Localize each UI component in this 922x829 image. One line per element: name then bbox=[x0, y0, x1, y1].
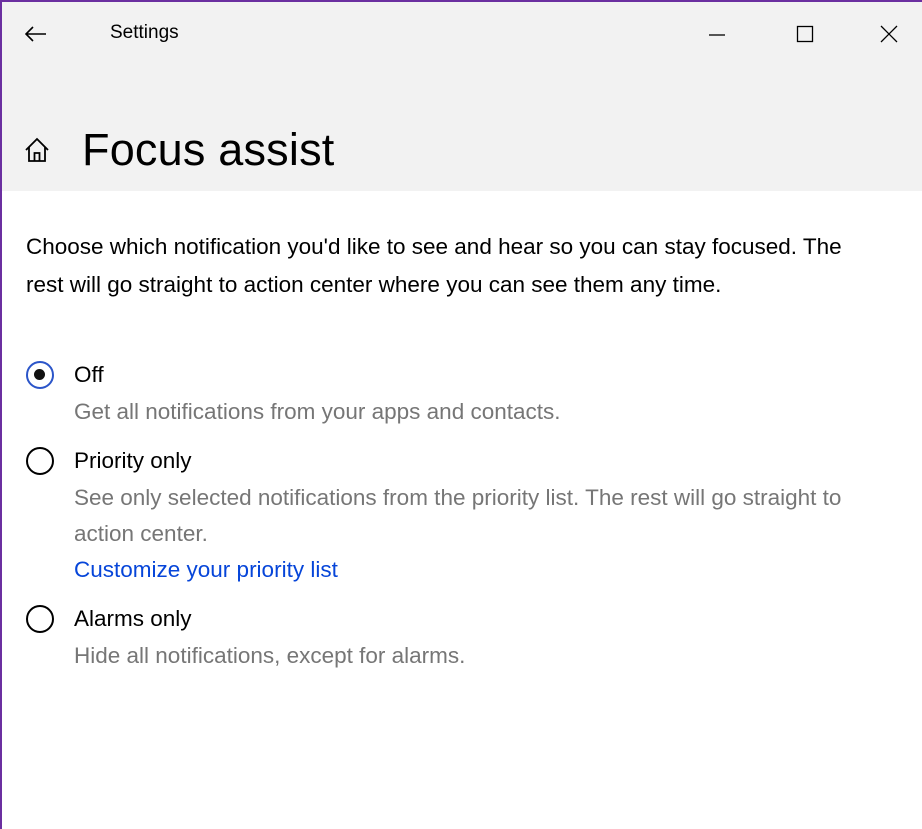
back-arrow-icon bbox=[25, 26, 46, 42]
page-title: Focus assist bbox=[82, 124, 335, 175]
maximize-icon bbox=[796, 25, 814, 43]
minimize-icon bbox=[709, 34, 725, 36]
option-alarms-only-description: Hide all notifications, except for alarm… bbox=[74, 643, 466, 668]
window-title: Settings bbox=[110, 22, 179, 43]
option-priority-only[interactable]: Priority only See only selected notifica… bbox=[26, 446, 846, 588]
option-alarms-only[interactable]: Alarms only Hide all notifications, exce… bbox=[26, 604, 846, 674]
option-off-description: Get all notifications from your apps and… bbox=[74, 399, 561, 424]
title-bar: Settings bbox=[2, 2, 922, 66]
settings-window: Settings Focus assist Choose which notif… bbox=[0, 0, 922, 829]
option-priority-only-description: See only selected notifications from the… bbox=[74, 485, 842, 546]
option-off-label[interactable]: Off bbox=[74, 360, 846, 390]
home-icon[interactable] bbox=[24, 135, 54, 165]
option-priority-only-label[interactable]: Priority only bbox=[74, 446, 846, 476]
radio-off[interactable] bbox=[26, 361, 54, 389]
focus-assist-content: Choose which notification you'd like to … bbox=[26, 228, 846, 674]
minimize-button[interactable] bbox=[692, 16, 742, 52]
customize-priority-list-link[interactable]: Customize your priority list bbox=[74, 552, 338, 588]
radio-priority-only[interactable] bbox=[26, 447, 54, 475]
maximize-button[interactable] bbox=[780, 16, 830, 52]
focus-mode-options: Off Get all notifications from your apps… bbox=[26, 360, 846, 674]
back-button[interactable] bbox=[16, 16, 56, 52]
option-alarms-only-label[interactable]: Alarms only bbox=[74, 604, 846, 634]
option-off[interactable]: Off Get all notifications from your apps… bbox=[26, 360, 846, 430]
close-button[interactable] bbox=[864, 16, 914, 52]
page-description: Choose which notification you'd like to … bbox=[26, 234, 842, 297]
close-icon bbox=[880, 25, 898, 43]
radio-alarms-only[interactable] bbox=[26, 605, 54, 633]
page-heading: Focus assist bbox=[24, 120, 334, 180]
